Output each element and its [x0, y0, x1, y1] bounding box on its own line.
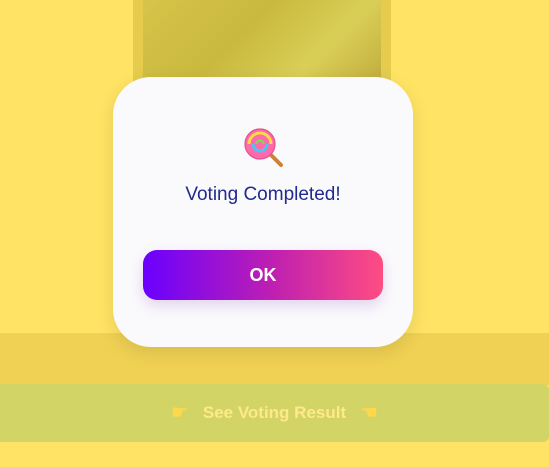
lollipop-icon	[244, 128, 283, 167]
pointing-hand-right-icon: ☛	[170, 402, 189, 424]
see-voting-result-label: See Voting Result	[202, 403, 347, 422]
pointing-hand-left-icon: ☚	[360, 402, 379, 424]
voting-completed-modal: Voting Completed! OK	[113, 77, 413, 347]
bottom-strip	[0, 442, 549, 467]
modal-title: Voting Completed!	[185, 184, 341, 205]
voting-page: ☛ See Voting Result ☚ Voting Completed! …	[0, 0, 549, 467]
ok-button[interactable]: OK	[143, 250, 383, 300]
see-voting-result-link[interactable]: ☛ See Voting Result ☚	[0, 384, 549, 442]
